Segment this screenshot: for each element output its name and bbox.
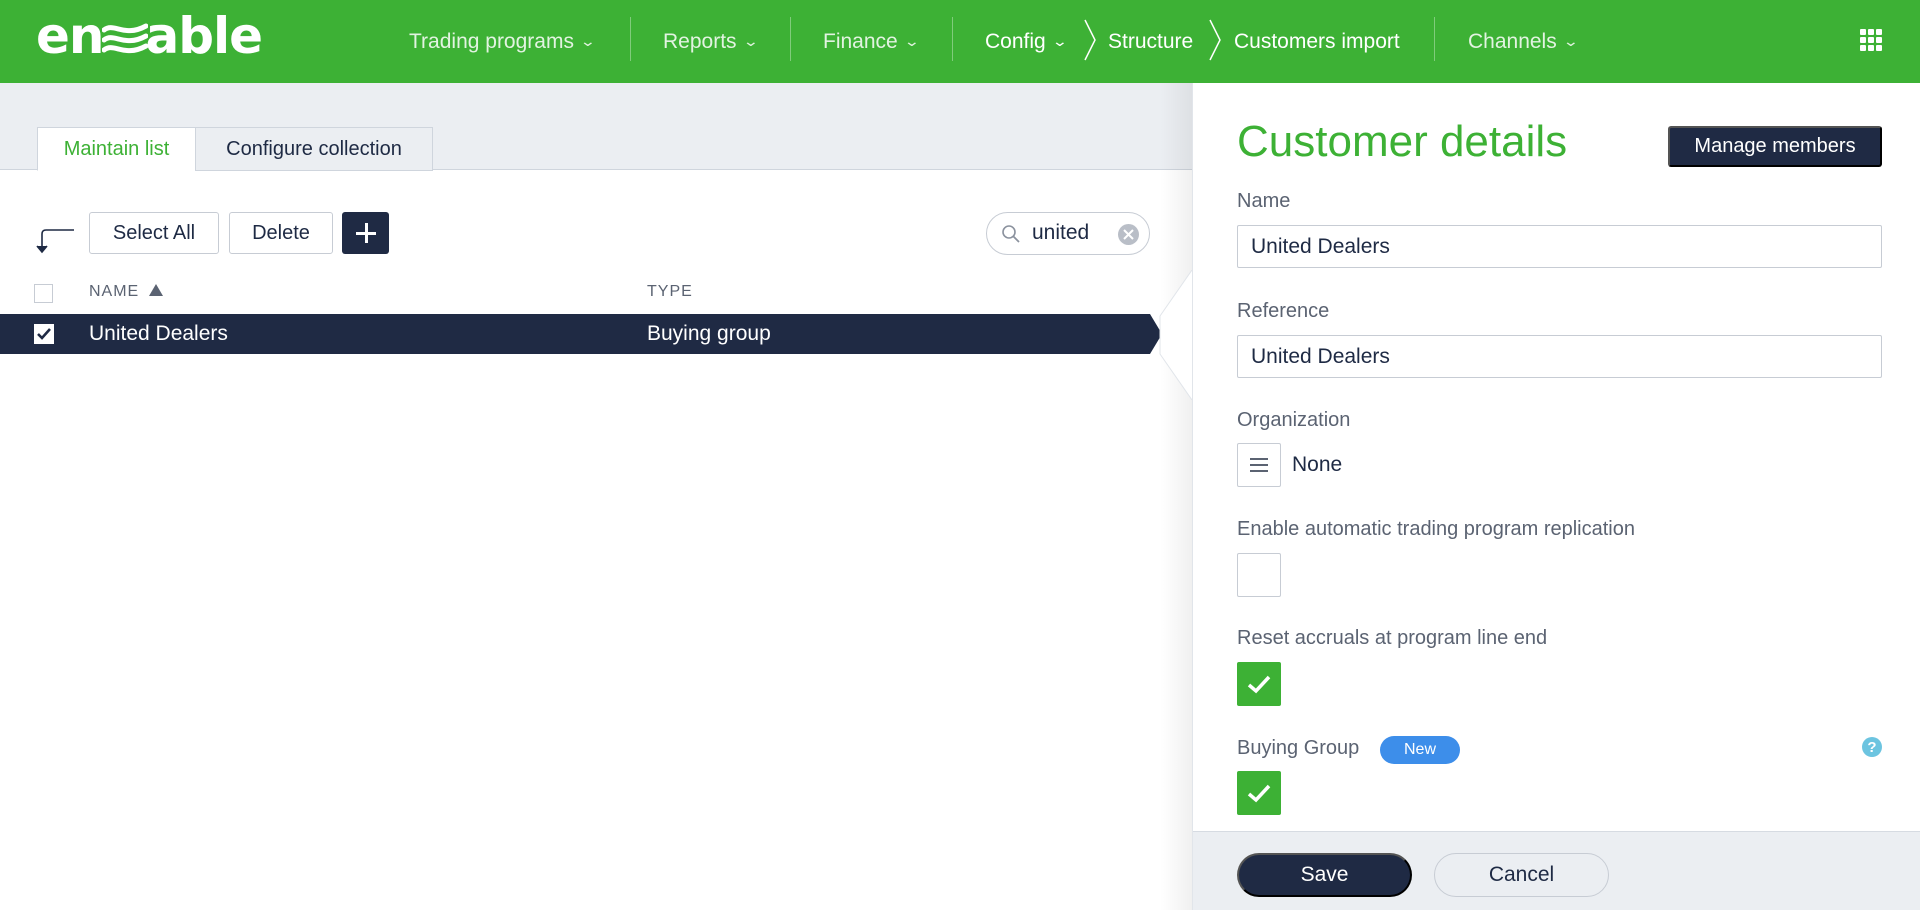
tab-configure-collection[interactable]: Configure collection xyxy=(195,127,433,171)
customer-details-panel: Customer details Manage members Name Uni… xyxy=(1192,83,1920,910)
new-badge: New xyxy=(1380,736,1460,764)
chevron-down-icon: ⌄ xyxy=(742,33,759,49)
logo-text-right: able xyxy=(145,7,264,65)
organization-picker-button[interactable] xyxy=(1237,443,1281,487)
select-all-button[interactable]: Select All xyxy=(89,212,219,254)
nav-divider xyxy=(790,17,791,61)
breadcrumb-arrow-icon xyxy=(1209,19,1221,61)
reference-label: Reference xyxy=(1237,300,1330,322)
reset-accruals-label: Reset accruals at program line end xyxy=(1237,627,1548,649)
chevron-down-icon: ⌄ xyxy=(903,33,920,49)
panel-shadow xyxy=(1160,83,1192,910)
checkmark-icon xyxy=(37,328,51,340)
nav-divider xyxy=(952,17,953,61)
sort-ascending-icon xyxy=(149,284,164,296)
column-header-type[interactable]: TYPE xyxy=(647,283,693,301)
top-nav-bar: en able Trading programs ⌄ Reports ⌄ Finan… xyxy=(0,0,1920,83)
chevron-down-icon: ⌄ xyxy=(579,33,597,49)
row-checkbox[interactable] xyxy=(34,324,54,344)
nav-trading-programs[interactable]: Trading programs ⌄ xyxy=(409,0,597,83)
nav-label: Channels xyxy=(1468,29,1557,53)
buying-group-checkbox[interactable] xyxy=(1237,771,1281,815)
buying-group-label: Buying Group xyxy=(1237,737,1360,759)
name-label: Name xyxy=(1237,190,1291,212)
chevron-down-icon: ⌄ xyxy=(1562,33,1579,49)
column-header-name[interactable]: NAME xyxy=(89,283,164,301)
search-input[interactable]: united xyxy=(986,212,1150,255)
tab-maintain-list[interactable]: Maintain list xyxy=(37,127,196,171)
nav-divider xyxy=(1434,17,1435,61)
panel-footer: Save Cancel xyxy=(1193,831,1920,910)
nav-label: Customers import xyxy=(1234,29,1400,53)
search-value: united xyxy=(1032,221,1090,244)
help-icon[interactable]: ? xyxy=(1862,737,1882,757)
nav-reports[interactable]: Reports ⌄ xyxy=(663,0,759,83)
replication-label: Enable automatic trading program replica… xyxy=(1237,518,1635,540)
nav-label: Structure xyxy=(1108,29,1194,53)
row-type-cell: Buying group xyxy=(647,322,771,345)
breadcrumb-customers-import[interactable]: Customers import xyxy=(1234,0,1400,83)
nav-label: Finance xyxy=(823,29,898,53)
delete-button[interactable]: Delete xyxy=(229,212,333,254)
replication-checkbox[interactable] xyxy=(1237,553,1281,597)
checkmark-icon xyxy=(1247,675,1271,693)
nav-channels[interactable]: Channels ⌄ xyxy=(1468,0,1579,83)
add-button[interactable] xyxy=(342,212,389,254)
back-arrow-icon[interactable] xyxy=(36,226,76,256)
nav-finance[interactable]: Finance ⌄ xyxy=(823,0,920,83)
panel-notch xyxy=(1159,270,1192,400)
breadcrumb-arrow-icon xyxy=(1084,19,1096,61)
tab-label: Configure collection xyxy=(226,137,402,160)
clear-search-icon[interactable] xyxy=(1118,224,1139,245)
nav-label: Reports xyxy=(663,29,737,53)
table-row[interactable]: United Dealers Buying group xyxy=(0,314,1150,354)
reset-accruals-checkbox[interactable] xyxy=(1237,662,1281,706)
tab-label: Maintain list xyxy=(63,137,170,160)
plus-icon xyxy=(355,223,376,243)
checkmark-icon xyxy=(1247,784,1271,802)
nav-config[interactable]: Config ⌄ xyxy=(985,0,1068,83)
manage-members-button[interactable]: Manage members xyxy=(1668,126,1882,167)
nav-label: Config xyxy=(985,29,1046,53)
enable-logo[interactable]: en able xyxy=(36,7,263,65)
breadcrumb-structure[interactable]: Structure xyxy=(1108,0,1193,83)
organization-label: Organization xyxy=(1237,409,1351,431)
column-header-label: NAME xyxy=(89,283,140,300)
search-icon xyxy=(1002,225,1020,243)
name-field-value: United Dealers xyxy=(1251,234,1390,258)
select-all-checkbox[interactable] xyxy=(34,284,53,303)
nav-label: Trading programs xyxy=(409,29,574,53)
save-button[interactable]: Save xyxy=(1237,853,1412,897)
logo-waves-icon xyxy=(101,14,149,58)
reference-field[interactable]: United Dealers xyxy=(1237,335,1882,378)
organization-value: None xyxy=(1292,453,1343,476)
nav-divider xyxy=(630,17,631,61)
apps-grid-icon[interactable] xyxy=(1860,29,1882,51)
row-name-cell: United Dealers xyxy=(89,322,228,345)
column-header-label: TYPE xyxy=(647,283,693,300)
chevron-down-icon: ⌄ xyxy=(1051,33,1068,49)
reference-field-value: United Dealers xyxy=(1251,344,1390,368)
cancel-button[interactable]: Cancel xyxy=(1434,853,1609,897)
panel-title: Customer details xyxy=(1237,117,1568,166)
name-field[interactable]: United Dealers xyxy=(1237,225,1882,268)
logo-text-left: en xyxy=(36,7,105,65)
